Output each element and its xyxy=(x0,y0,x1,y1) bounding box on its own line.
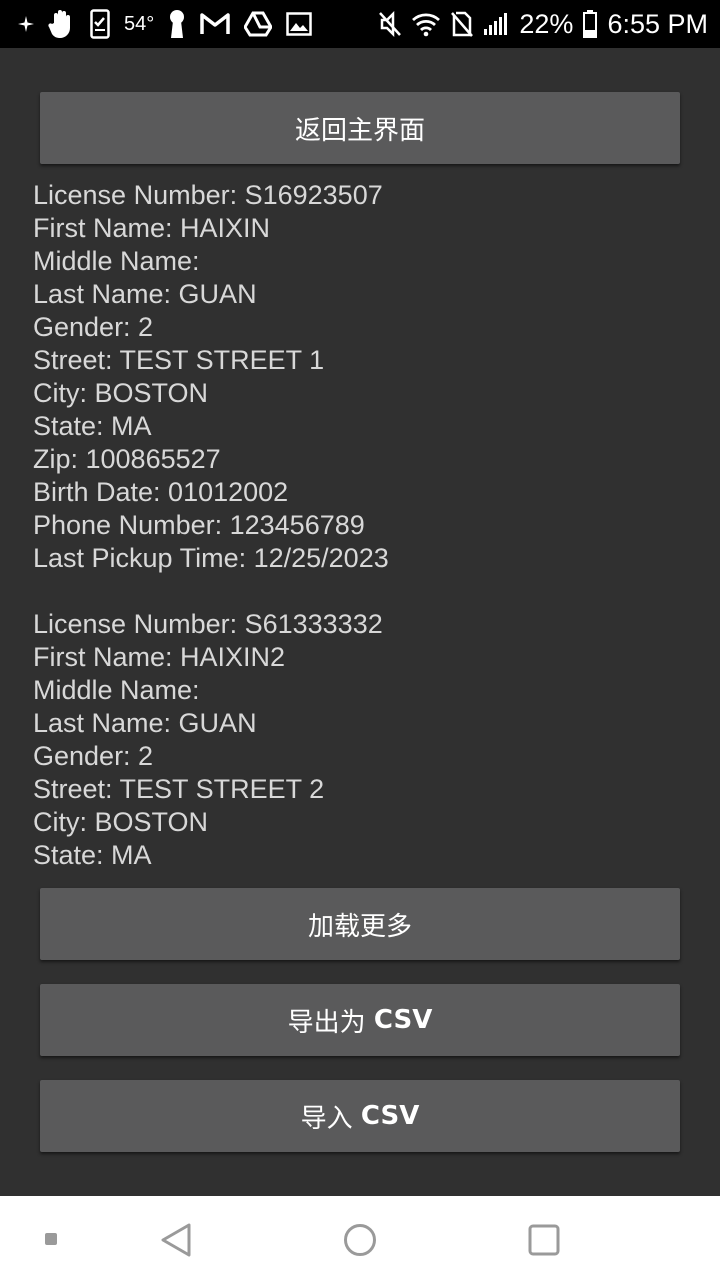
clock-text: 6:55 PM xyxy=(607,8,708,39)
first-name-text: First Name: HAIXIN xyxy=(33,213,271,243)
temperature-text: 54° xyxy=(124,12,155,35)
keyhole-icon xyxy=(168,9,186,39)
main-content: 返回主界面 License Number: S16923507 First Na… xyxy=(0,48,720,1196)
street-text: Street: TEST STREET 1 xyxy=(33,345,325,375)
record-1: License Number: S16923507 First Name: HA… xyxy=(33,179,693,575)
import-csv-button[interactable]: 导入 CSV xyxy=(40,1080,680,1152)
status-bar-right: 22% 6:55 PM xyxy=(379,9,708,40)
no-sim-icon xyxy=(451,11,474,37)
back-home-button[interactable]: 返回主界面 xyxy=(40,92,680,164)
recents-dot-icon[interactable] xyxy=(44,1232,58,1246)
record-2: License Number: S61333332 First Name: HA… xyxy=(33,608,693,872)
gender-text: Gender: 2 xyxy=(33,312,154,342)
gender-text: Gender: 2 xyxy=(33,741,154,771)
status-bar: 54° 22% 6:55 PM xyxy=(0,0,720,48)
street-text: Street: TEST STREET 2 xyxy=(33,774,325,804)
overview-icon[interactable] xyxy=(524,1220,564,1260)
battery-icon xyxy=(583,10,598,38)
state-text: State: MA xyxy=(33,840,152,870)
first-name-text: First Name: HAIXIN2 xyxy=(33,642,286,672)
city-text: City: BOSTON xyxy=(33,807,209,837)
middle-name-text: Middle Name: xyxy=(33,246,200,276)
phone-clipboard-icon xyxy=(90,9,110,39)
mute-icon xyxy=(379,11,402,37)
home-icon[interactable] xyxy=(340,1220,380,1260)
last-name-text: Last Name: GUAN xyxy=(33,279,257,309)
gallery-icon xyxy=(286,12,312,36)
export-csv-button[interactable]: 导出为 CSV xyxy=(40,984,680,1056)
hand-icon xyxy=(48,9,76,39)
drive-icon xyxy=(244,11,273,37)
battery-percent-text: 22% xyxy=(519,8,574,39)
signal-icon xyxy=(483,12,509,36)
record-separator xyxy=(33,575,693,608)
back-icon[interactable] xyxy=(156,1220,196,1260)
import-csv-label: 导入 xyxy=(300,1103,353,1134)
export-csv-format: CSV xyxy=(373,1005,433,1035)
load-more-button[interactable]: 加载更多 xyxy=(40,888,680,960)
phone-number-text: Phone Number: 123456789 xyxy=(33,510,365,540)
license-number-text: License Number: S16923507 xyxy=(33,180,383,210)
gmail-icon xyxy=(200,12,230,36)
last-name-text: Last Name: GUAN xyxy=(33,708,257,738)
status-bar-left: 54° xyxy=(18,9,312,39)
export-csv-label: 导出为 xyxy=(287,1007,366,1038)
city-text: City: BOSTON xyxy=(33,378,209,408)
birth-date-text: Birth Date: 01012002 xyxy=(33,477,289,507)
license-number-text: License Number: S61333332 xyxy=(33,609,383,639)
wifi-icon xyxy=(411,11,441,37)
middle-name-text: Middle Name: xyxy=(33,675,200,705)
import-csv-format: CSV xyxy=(360,1101,420,1131)
zip-text: Zip: 100865527 xyxy=(33,444,221,474)
state-text: State: MA xyxy=(33,411,152,441)
record-list: License Number: S16923507 First Name: HA… xyxy=(33,179,693,872)
sparkle-notification-icon xyxy=(18,16,34,32)
last-pickup-time-text: Last Pickup Time: 12/25/2023 xyxy=(33,543,389,573)
navigation-bar xyxy=(0,1196,720,1280)
